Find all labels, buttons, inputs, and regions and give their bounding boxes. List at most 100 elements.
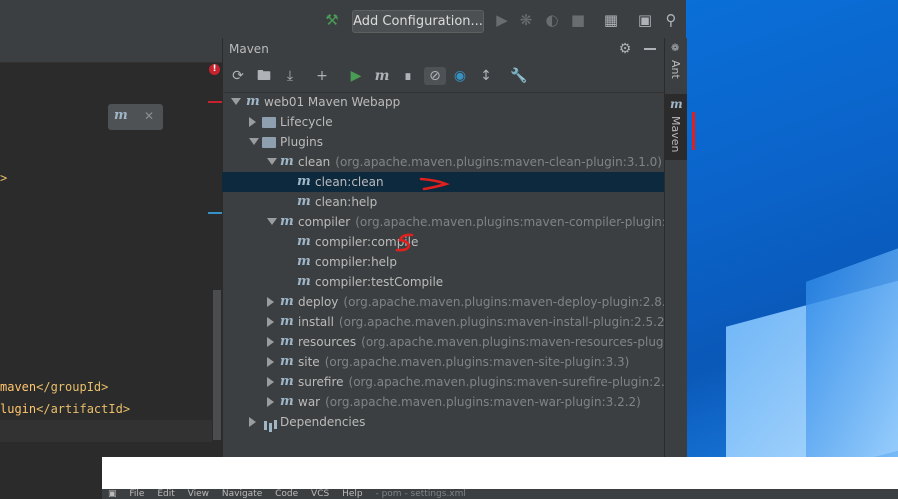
run-maven-icon[interactable]: ▶ — [347, 67, 365, 85]
tree-item[interactable]: m compiler:help — [222, 252, 664, 272]
tab-label: Ant — [669, 60, 682, 79]
build-hammer-icon[interactable]: ⚒ — [323, 10, 341, 30]
stop-icon[interactable]: ■ — [569, 10, 587, 30]
collapse-all-icon[interactable]: ↕ — [477, 67, 495, 85]
plugin-coordinates: (org.apache.maven.plugins:maven-site-plu… — [324, 355, 630, 369]
tree-item[interactable]: m deploy (org.apache.maven.plugins:maven-d… — [222, 292, 664, 312]
tree-item-label: surefire — [298, 375, 344, 389]
desktop-wallpaper — [686, 0, 898, 457]
search-icon[interactable]: ⚲ — [662, 10, 680, 30]
menu-item[interactable]: View — [188, 489, 209, 499]
tree-item[interactable]: m site (org.apache.maven.plugins:maven-sit… — [222, 352, 664, 372]
error-icon[interactable]: ! — [209, 64, 220, 75]
tree-item[interactable]: m war (org.apache.maven.plugins:maven-war-… — [222, 392, 664, 412]
current-line-highlight — [0, 420, 212, 442]
tree-item[interactable]: m surefire (org.apache.maven.plugins:maven… — [222, 372, 664, 392]
tree-item[interactable]: m web01 Maven Webapp — [222, 92, 664, 112]
tree-item[interactable]: m compiler (org.apache.maven.plugins:maven… — [222, 212, 664, 232]
plugin-icon: m — [280, 314, 294, 329]
add-project-icon[interactable]: 🖿 — [255, 67, 273, 85]
close-icon[interactable]: ✕ — [144, 109, 154, 123]
menu-item[interactable]: Help — [342, 489, 363, 499]
collapse-arrow-icon[interactable] — [267, 357, 274, 367]
folder-icon — [262, 117, 276, 128]
collapse-arrow-icon[interactable] — [267, 337, 274, 347]
minimize-icon[interactable] — [644, 48, 656, 50]
tree-item[interactable]: m clean:clean — [222, 172, 664, 192]
toggle-offline-icon[interactable]: ∎ — [399, 67, 417, 85]
annotation-mark — [692, 112, 695, 150]
secondary-menubar: ▣ File Edit View Navigate Code VCS Help … — [102, 489, 898, 499]
tree-item-label: Lifecycle — [280, 115, 333, 129]
window-title: - pom - settings.xml — [375, 489, 466, 499]
tree-item-label: compiler:help — [315, 255, 398, 269]
collapse-arrow-icon[interactable] — [249, 117, 256, 127]
tree-item[interactable]: m compiler:compile — [222, 232, 664, 252]
goal-icon: m — [297, 254, 311, 269]
tree-item-label: Plugins — [280, 135, 323, 149]
error-stripe[interactable] — [208, 101, 222, 103]
collapse-arrow-icon[interactable] — [267, 297, 274, 307]
tree-item-text: war (org.apache.maven.plugins:maven-war-p… — [298, 395, 641, 409]
panel-title: Maven — [229, 42, 269, 56]
expand-arrow-icon[interactable] — [231, 98, 241, 105]
expand-arrow-icon[interactable] — [267, 158, 277, 165]
execute-goal-icon[interactable]: m — [373, 67, 391, 85]
tree-item-text: site (org.apache.maven.plugins:maven-site… — [298, 355, 629, 369]
collapse-arrow-icon[interactable] — [249, 417, 256, 427]
menu-item[interactable]: Code — [275, 489, 298, 499]
reload-icon[interactable]: ⟳ — [229, 67, 247, 85]
collapse-arrow-icon[interactable] — [267, 397, 274, 407]
ant-icon: ❁ — [671, 43, 680, 54]
plugin-coordinates: (org.apache.maven.plugins:maven-surefire… — [348, 375, 664, 389]
add-configuration-button[interactable]: Add Configuration... — [352, 10, 484, 33]
tree-item-text: surefire (org.apache.maven.plugins:maven-… — [298, 375, 664, 389]
editor-tab-bar — [0, 38, 222, 63]
code-line: maven</groupId> — [0, 380, 109, 394]
menu-item[interactable]: Edit — [157, 489, 174, 499]
editor-scrollbar[interactable] — [213, 290, 221, 440]
menu-item[interactable]: Navigate — [222, 489, 262, 499]
expand-arrow-icon[interactable] — [267, 218, 277, 225]
change-stripe[interactable] — [208, 212, 222, 214]
skip-tests-icon[interactable]: ⊘ — [424, 67, 446, 85]
collapse-arrow-icon[interactable] — [267, 377, 274, 387]
show-dependencies-icon[interactable]: ◉ — [451, 67, 469, 85]
maven-reload-popup[interactable]: m ✕ — [108, 104, 163, 130]
tree-item[interactable]: m clean:help — [222, 192, 664, 212]
debug-icon[interactable]: ❋ — [517, 10, 535, 30]
tree-item[interactable]: Lifecycle — [222, 112, 664, 132]
download-icon[interactable]: ⤓ — [281, 67, 299, 85]
app-icon: ▣ — [108, 489, 117, 499]
tree-item[interactable]: m install (org.apache.maven.plugins:maven-… — [222, 312, 664, 332]
menu-item[interactable]: File — [129, 489, 144, 499]
tree-item-text: clean (org.apache.maven.plugins:maven-cle… — [298, 155, 662, 169]
coverage-icon[interactable]: ◐ — [543, 10, 561, 30]
add-icon[interactable]: + — [313, 67, 331, 85]
tree-item[interactable]: Dependencies — [222, 412, 664, 432]
tree-item[interactable]: m clean (org.apache.maven.plugins:maven-cl… — [222, 152, 664, 172]
menu-item[interactable]: VCS — [311, 489, 329, 499]
settings-wrench-icon[interactable]: 🔧 — [510, 67, 528, 85]
plugin-coordinates: (org.apache.maven.plugins:maven-deploy-p… — [343, 295, 664, 309]
tree-item[interactable]: m compiler:testCompile — [222, 272, 664, 292]
tree-item-text: compiler (org.apache.maven.plugins:maven-… — [298, 215, 664, 229]
tree-item-label: compiler:testCompile — [315, 275, 444, 289]
tab-ant[interactable]: ❁ Ant — [665, 38, 687, 90]
plugin-icon: m — [280, 374, 294, 389]
tab-maven[interactable]: m Maven — [665, 94, 687, 160]
plugin-coordinates: (org.apache.maven.plugins:maven-war-plug… — [325, 395, 641, 409]
code-editor[interactable] — [0, 38, 222, 457]
terminal-icon[interactable]: ▣ — [636, 10, 654, 30]
tree-item-label: clean:clean — [315, 175, 384, 189]
dependencies-icon — [262, 414, 278, 430]
maven-reload-icon[interactable]: m — [114, 108, 128, 123]
expand-arrow-icon[interactable] — [249, 138, 259, 145]
run-icon[interactable]: ▶ — [493, 10, 511, 30]
gear-icon[interactable]: ⚙ — [617, 41, 633, 57]
tree-item[interactable]: m resources (org.apache.maven.plugins:mave… — [222, 332, 664, 352]
tree-item-text: install (org.apache.maven.plugins:maven-i… — [298, 315, 664, 329]
tree-item[interactable]: Plugins — [222, 132, 664, 152]
collapse-arrow-icon[interactable] — [267, 317, 274, 327]
project-structure-icon[interactable]: ▦ — [602, 10, 620, 30]
